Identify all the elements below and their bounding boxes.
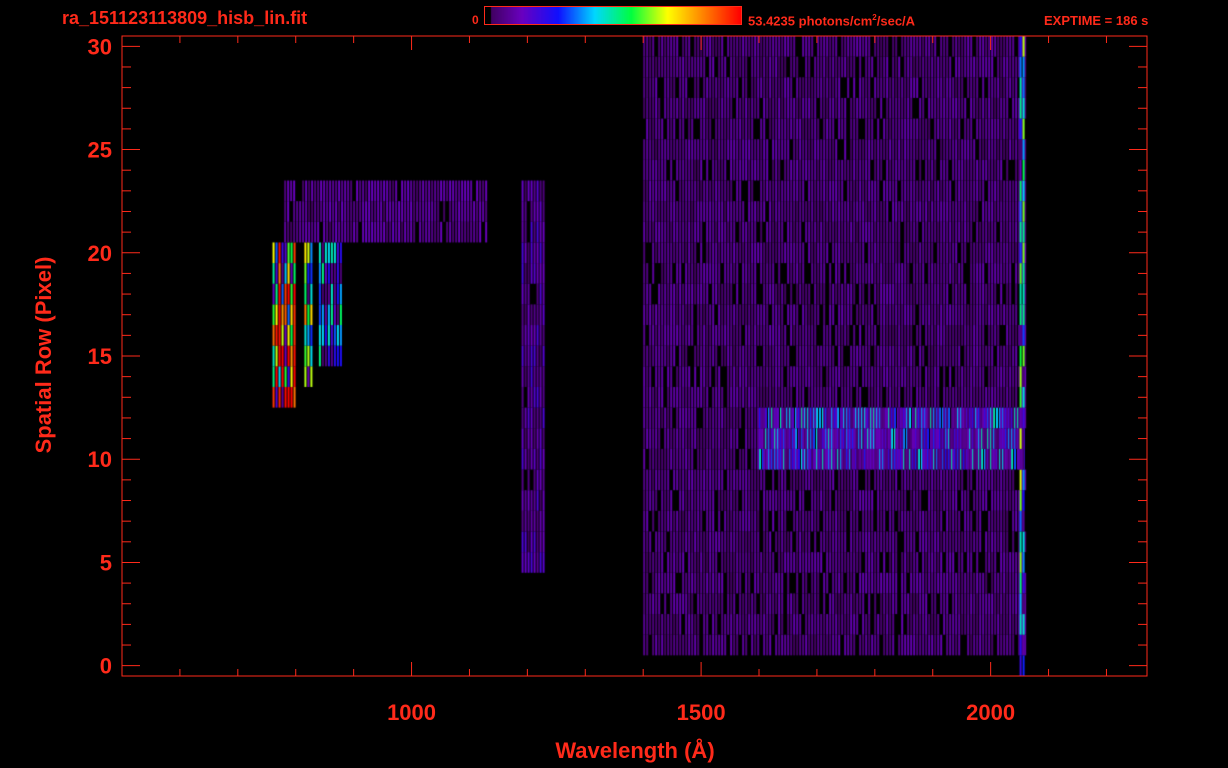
y-tick-label: 30 <box>88 34 112 59</box>
y-axis-label: Spatial Row (Pixel) <box>31 256 56 454</box>
y-tick-label: 15 <box>88 344 112 369</box>
x-axis-label: Wavelength (Å) <box>555 738 715 763</box>
y-tick-label: 25 <box>88 138 112 163</box>
y-tick-label: 5 <box>100 550 112 575</box>
y-tick-label: 0 <box>100 654 112 679</box>
y-tick-label: 10 <box>88 447 112 472</box>
x-tick-label: 1500 <box>677 700 726 725</box>
plot-frame <box>121 35 1148 677</box>
x-tick-label: 2000 <box>966 700 1015 725</box>
plot-axes: 1000 1500 2000 0 5 10 15 20 25 30 <box>88 34 1148 725</box>
y-tick-label: 20 <box>88 241 112 266</box>
x-tick-label: 1000 <box>387 700 436 725</box>
